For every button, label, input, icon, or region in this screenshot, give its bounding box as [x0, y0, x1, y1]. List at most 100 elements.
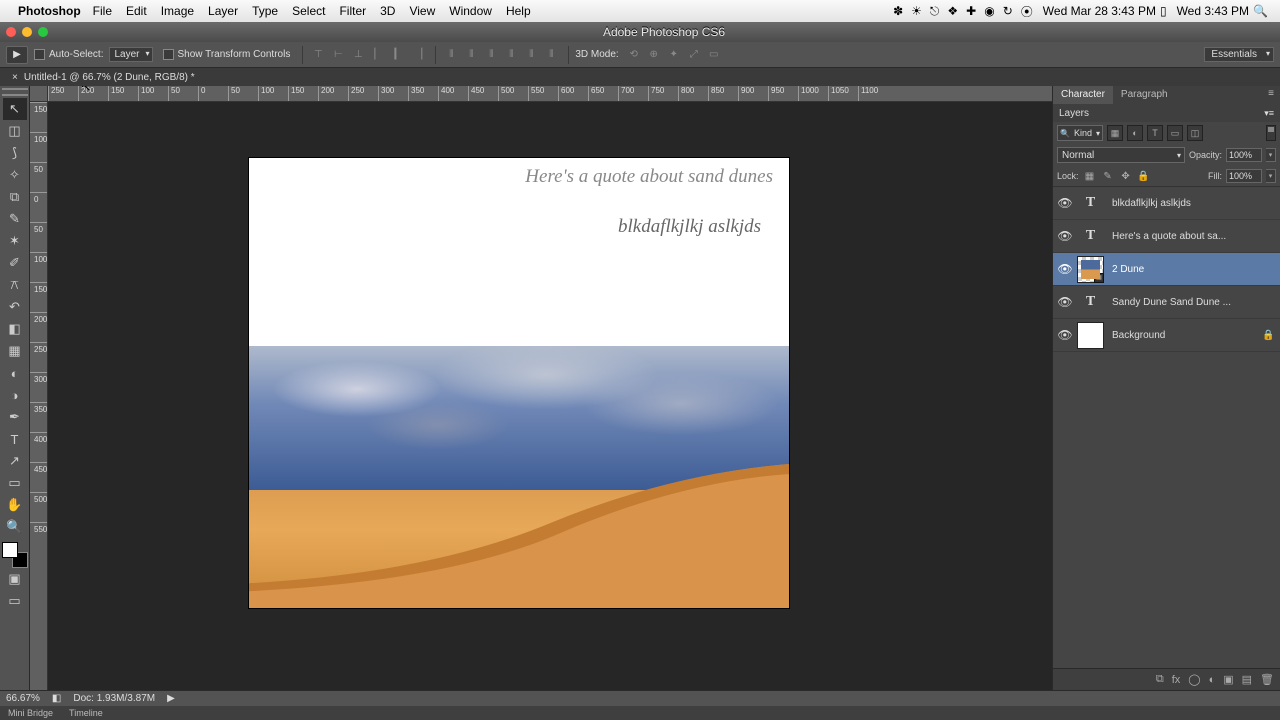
3d-icon[interactable]: ✦: [665, 47, 683, 63]
layers-panel-title[interactable]: Layers: [1059, 108, 1089, 119]
align-left-icon[interactable]: ▏: [369, 47, 387, 63]
new-group-icon[interactable]: ▣: [1223, 673, 1233, 686]
eyedropper-tool[interactable]: ✎: [3, 208, 27, 230]
quick-mask-tool[interactable]: ▣: [3, 568, 27, 590]
spotlight-icon[interactable]: 🔍: [1253, 4, 1268, 18]
dodge-tool[interactable]: ◑: [3, 384, 27, 406]
align-vcenter-icon[interactable]: ⊢: [329, 47, 347, 63]
shape-tool[interactable]: ▭: [3, 472, 27, 494]
battery-icon[interactable]: ▯: [1160, 4, 1167, 18]
healing-brush-tool[interactable]: ✶: [3, 230, 27, 252]
align-hcenter-icon[interactable]: ▎: [389, 47, 407, 63]
filter-toggle[interactable]: [1266, 125, 1276, 141]
close-tab-icon[interactable]: ×: [12, 72, 18, 83]
blend-mode-select[interactable]: Normal: [1057, 147, 1185, 163]
align-right-icon[interactable]: ▕: [409, 47, 427, 63]
delete-layer-icon[interactable]: 🗑: [1260, 673, 1274, 686]
move-tool[interactable]: ↖: [3, 98, 27, 120]
minimize-icon[interactable]: [22, 27, 32, 37]
new-layer-icon[interactable]: ▤: [1242, 673, 1252, 686]
tab-character[interactable]: Character: [1053, 86, 1113, 104]
panel-menu-icon[interactable]: ≡: [1262, 86, 1280, 104]
ruler-vertical[interactable]: 1501005005010015020025030035040045050055…: [30, 102, 48, 690]
filter-adjustment-icon[interactable]: ◐: [1127, 125, 1143, 141]
3d-icon[interactable]: ▭: [705, 47, 723, 63]
layer-name[interactable]: Sandy Dune Sand Dune ...: [1112, 297, 1280, 308]
opacity-dropdown-icon[interactable]: ▾: [1266, 148, 1276, 162]
distribute-icon[interactable]: ⦀: [442, 47, 460, 63]
3d-icon[interactable]: ⊕: [645, 47, 663, 63]
menu-window[interactable]: Window: [449, 4, 492, 18]
evernote-icon[interactable]: ◉: [984, 4, 994, 18]
layer-row[interactable]: 👁THere's a quote about sa...: [1053, 220, 1280, 253]
zoom-tool[interactable]: 🔍: [3, 516, 27, 538]
layer-row[interactable]: 👁Tblkdaflkjlkj aslkjds: [1053, 187, 1280, 220]
layer-visibility-icon[interactable]: 👁: [1053, 262, 1077, 276]
filter-pixel-icon[interactable]: ▦: [1107, 125, 1123, 141]
lock-all-icon[interactable]: 🔒: [1137, 169, 1151, 183]
lock-pixels-icon[interactable]: ✎: [1101, 169, 1115, 183]
screen-mode-tool[interactable]: ▭: [3, 590, 27, 612]
status-icon[interactable]: ❖: [947, 4, 958, 18]
pen-tool[interactable]: ✒: [3, 406, 27, 428]
menu-image[interactable]: Image: [161, 4, 194, 18]
canvas-viewport[interactable]: Here's a quote about sand dunes blkdaflk…: [48, 102, 1052, 690]
fill-dropdown-icon[interactable]: ▾: [1266, 169, 1276, 183]
marquee-tool[interactable]: ◫: [3, 120, 27, 142]
blur-tool[interactable]: ◐: [3, 362, 27, 384]
link-layers-icon[interactable]: ⧉: [1156, 673, 1164, 686]
auto-select-checkbox[interactable]: [34, 49, 45, 60]
sync-icon[interactable]: ↻: [1003, 4, 1013, 18]
layer-row[interactable]: 👁Background🔒: [1053, 319, 1280, 352]
artboard[interactable]: Here's a quote about sand dunes blkdaflk…: [249, 158, 789, 608]
lock-position-icon[interactable]: ✥: [1119, 169, 1133, 183]
canvas-text-1[interactable]: Here's a quote about sand dunes: [525, 166, 773, 188]
status-icon[interactable]: ✽: [893, 4, 903, 18]
canvas-text-2[interactable]: blkdaflkjlkj aslkjds: [618, 216, 761, 238]
path-selection-tool[interactable]: ↗: [3, 450, 27, 472]
ruler-horizontal[interactable]: 2502001501005005010015020025030035040045…: [48, 86, 1052, 102]
distribute-icon[interactable]: ⦀: [462, 47, 480, 63]
color-swatches[interactable]: [2, 542, 28, 568]
workspace-selector[interactable]: Essentials: [1204, 47, 1274, 62]
status-icon[interactable]: ◧: [52, 693, 61, 704]
distribute-icon[interactable]: ⦀: [542, 47, 560, 63]
status-icon[interactable]: ✚: [966, 4, 976, 18]
current-tool-indicator[interactable]: ▶: [6, 46, 28, 64]
zoom-icon[interactable]: [38, 27, 48, 37]
show-transform-checkbox[interactable]: [163, 49, 174, 60]
tab-mini-bridge[interactable]: Mini Bridge: [0, 707, 61, 719]
status-icon[interactable]: ☀: [911, 4, 922, 18]
3d-icon[interactable]: ⟲: [625, 47, 643, 63]
lock-transparency-icon[interactable]: ▦: [1083, 169, 1097, 183]
menubar-clock[interactable]: Wed Mar 28 3:43 PM: [1043, 4, 1156, 18]
distribute-icon[interactable]: ⦀: [522, 47, 540, 63]
brush-tool[interactable]: ✐: [3, 252, 27, 274]
wifi-icon[interactable]: ⦿: [1021, 3, 1033, 20]
layer-thumbnail[interactable]: T: [1077, 190, 1104, 217]
crop-tool[interactable]: ⧉: [3, 186, 27, 208]
menu-select[interactable]: Select: [292, 4, 325, 18]
menu-3d[interactable]: 3D: [380, 4, 395, 18]
layer-filter-kind[interactable]: Kind: [1057, 125, 1103, 141]
lasso-tool[interactable]: ⟆: [3, 142, 27, 164]
menu-filter[interactable]: Filter: [339, 4, 366, 18]
canvas-placed-image[interactable]: [249, 346, 789, 608]
add-mask-icon[interactable]: ◯: [1188, 673, 1200, 686]
filter-smart-icon[interactable]: ◫: [1187, 125, 1203, 141]
layer-fx-icon[interactable]: fx: [1172, 674, 1181, 686]
layer-row[interactable]: 👁TSandy Dune Sand Dune ...: [1053, 286, 1280, 319]
document-tab[interactable]: × Untitled-1 @ 66.7% (2 Dune, RGB/8) *: [4, 72, 203, 83]
layer-name[interactable]: Background: [1112, 330, 1262, 341]
new-adjustment-icon[interactable]: ◐: [1209, 674, 1216, 686]
hand-tool[interactable]: ✋: [3, 494, 27, 516]
layer-row[interactable]: 👁▣2 Dune: [1053, 253, 1280, 286]
layer-visibility-icon[interactable]: 👁: [1053, 295, 1077, 309]
menu-type[interactable]: Type: [252, 4, 278, 18]
menu-edit[interactable]: Edit: [126, 4, 147, 18]
foreground-swatch[interactable]: [2, 542, 18, 558]
layer-name[interactable]: Here's a quote about sa...: [1112, 231, 1280, 242]
filter-type-icon[interactable]: T: [1147, 125, 1163, 141]
app-name[interactable]: Photoshop: [18, 4, 81, 18]
status-icon[interactable]: ⎋: [930, 4, 940, 19]
